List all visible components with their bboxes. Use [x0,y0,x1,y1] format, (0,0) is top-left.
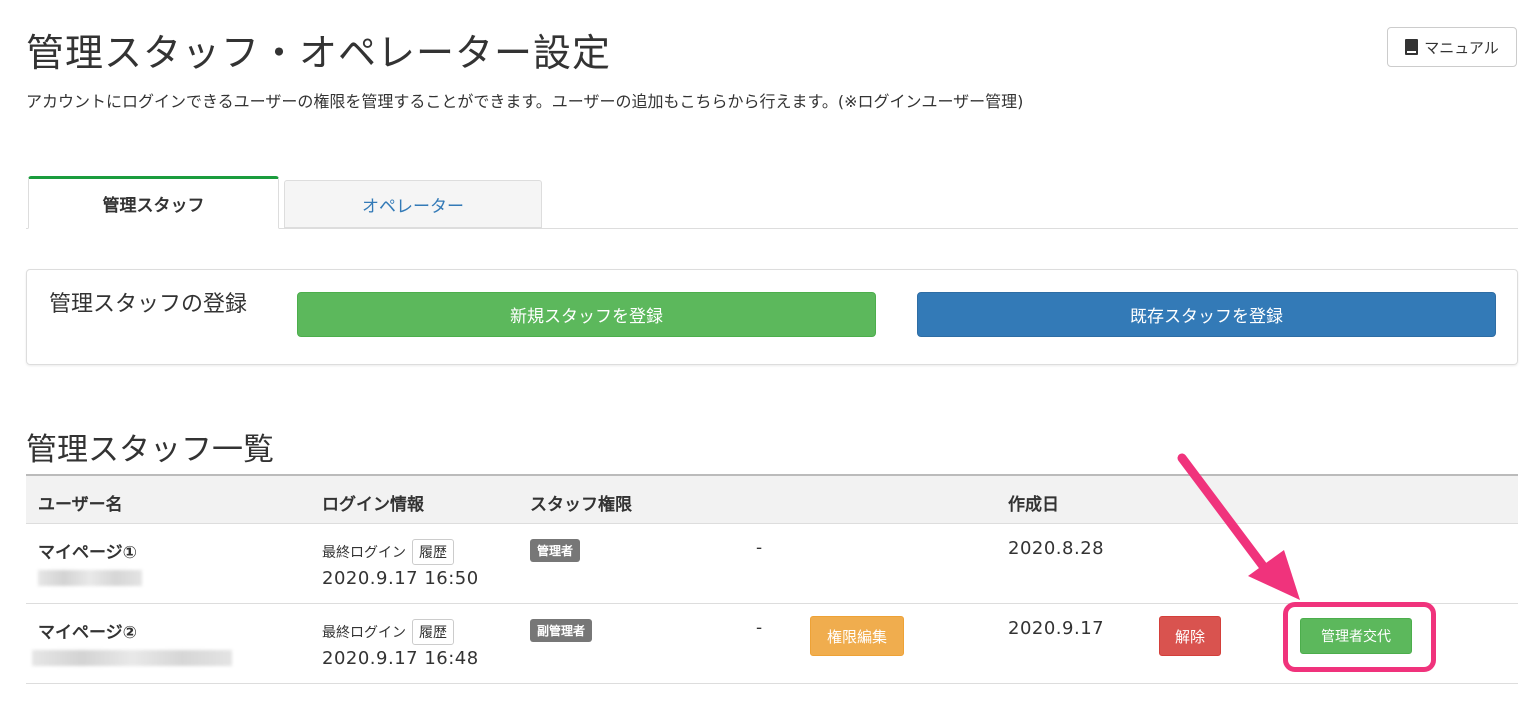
last-login: 最終ログイン 履歴 [322,619,454,645]
history-button[interactable]: 履歴 [412,619,454,645]
role-badge: 副管理者 [530,619,593,642]
highlight-box [1283,602,1436,672]
created-date: 2020.8.28 [1008,538,1105,559]
remove-staff-button[interactable]: 解除 [1159,616,1221,656]
register-panel: 管理スタッフの登録 新規スタッフを登録 既存スタッフを登録 [26,269,1518,365]
manual-button[interactable]: マニュアル [1387,27,1517,67]
redacted-email [38,570,142,586]
last-login-label: 最終ログイン [322,625,406,641]
tab-bar: 管理スタッフ オペレーター [26,176,1518,229]
created-date: 2020.9.17 [1008,618,1105,639]
staff-list-title: 管理スタッフ一覧 [26,432,274,468]
register-new-staff-button[interactable]: 新規スタッフを登録 [297,292,876,337]
redacted-email [32,650,232,666]
last-login-label: 最終ログイン [322,545,406,561]
tab-staff[interactable]: 管理スタッフ [28,176,279,229]
last-login-datetime: 2020.9.17 16:50 [322,568,479,589]
page-title: 管理スタッフ・オペレーター設定 [26,31,612,75]
last-login: 最終ログイン 履歴 [322,539,454,565]
register-existing-staff-button[interactable]: 既存スタッフを登録 [917,292,1496,337]
column-created: 作成日 [1008,495,1059,515]
column-login-info: ログイン情報 [322,495,424,515]
register-label: 管理スタッフの登録 [49,292,248,317]
edit-permission-button[interactable]: 権限編集 [810,616,904,656]
history-button[interactable]: 履歴 [412,539,454,565]
role-note: - [756,538,763,558]
role-badge: 管理者 [530,539,581,562]
column-staff-role: スタッフ権限 [530,495,632,515]
user-name: マイページ② [38,623,138,643]
book-icon [1405,39,1419,55]
role-note: - [756,618,763,638]
manual-button-label: マニュアル [1424,38,1499,57]
user-name: マイページ① [38,543,138,563]
pointer-arrow-icon [1177,453,1300,600]
page-description: アカウントにログインできるユーザーの権限を管理することができます。ユーザーの追加… [26,92,1024,111]
last-login-datetime: 2020.9.17 16:48 [322,648,479,669]
column-username: ユーザー名 [38,495,123,515]
tab-operator[interactable]: オペレーター [284,180,542,228]
